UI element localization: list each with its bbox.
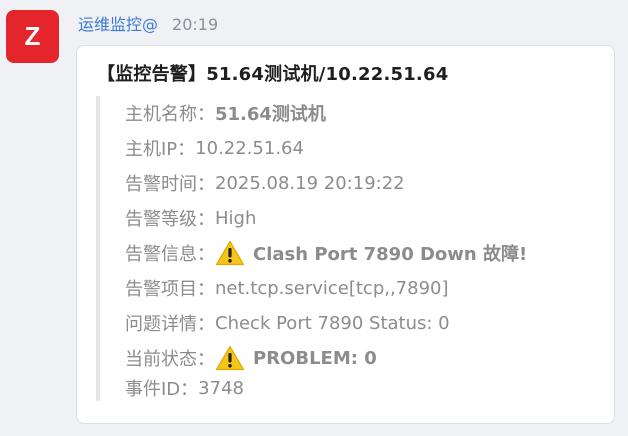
quote-bar bbox=[96, 96, 100, 401]
field-host-ip: 主机IP： 10.22.51.64 bbox=[125, 133, 304, 163]
field-label: 告警时间： bbox=[125, 174, 215, 195]
field-value: Check Port 7890 Status: 0 bbox=[215, 312, 450, 334]
field-label: 告警等级： bbox=[125, 209, 215, 230]
warning-icon bbox=[215, 240, 245, 266]
field-alert-level: 告警等级： High bbox=[125, 203, 256, 233]
field-value: High bbox=[215, 207, 257, 229]
alert-title: 【监控告警】51.64测试机/10.22.51.64 bbox=[97, 64, 449, 85]
field-label: 告警信息： bbox=[125, 244, 215, 265]
message-bubble: 【监控告警】51.64测试机/10.22.51.64 主机名称： 51.64测试机… bbox=[76, 45, 615, 424]
field-value: Clash Port 7890 Down 故障! bbox=[253, 244, 528, 265]
avatar[interactable]: Z bbox=[6, 10, 59, 63]
field-event-id: 事件ID： 3748 bbox=[125, 373, 244, 403]
message-timestamp: 20:19 bbox=[172, 15, 219, 34]
field-label: 当前状态： bbox=[125, 349, 215, 370]
field-label: 主机IP： bbox=[125, 139, 196, 160]
field-alert-info: 告警信息： Clash Port 7890 Down 故障! bbox=[125, 238, 527, 268]
sender-name[interactable]: 运维监控@ bbox=[78, 15, 158, 34]
field-alert-item: 告警项目： net.tcp.service[tcp,,7890] bbox=[125, 273, 449, 303]
field-value: 51.64测试机 bbox=[215, 104, 326, 125]
field-label: 主机名称： bbox=[125, 104, 215, 125]
field-label: 事件ID： bbox=[125, 379, 199, 400]
field-value: 3748 bbox=[198, 377, 244, 399]
field-hostname: 主机名称： 51.64测试机 bbox=[125, 98, 326, 128]
field-value: 10.22.51.64 bbox=[195, 137, 304, 159]
field-current-status: 当前状态： PROBLEM: 0 bbox=[125, 343, 377, 373]
field-value: PROBLEM: 0 bbox=[253, 347, 377, 369]
field-value: net.tcp.service[tcp,,7890] bbox=[215, 277, 449, 299]
warning-icon bbox=[215, 345, 245, 371]
field-problem-detail: 问题详情： Check Port 7890 Status: 0 bbox=[125, 308, 450, 338]
field-label: 告警项目： bbox=[125, 279, 215, 300]
field-label: 问题详情： bbox=[125, 314, 215, 335]
field-alert-time: 告警时间： 2025.08.19 20:19:22 bbox=[125, 168, 405, 198]
field-value: 2025.08.19 20:19:22 bbox=[215, 172, 405, 194]
sender-header: 运维监控@ 20:19 bbox=[78, 14, 218, 36]
